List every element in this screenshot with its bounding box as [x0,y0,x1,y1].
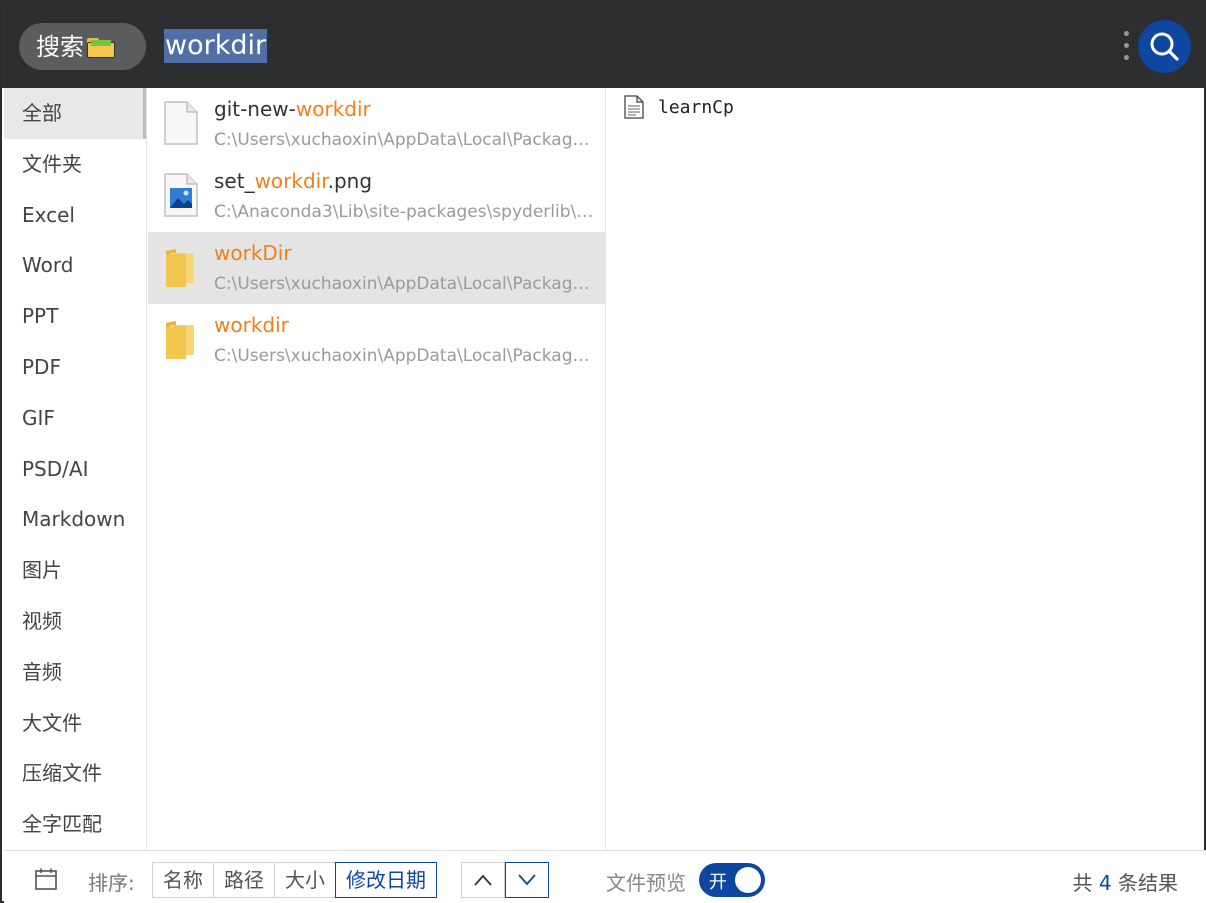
search-header: 搜索 workdir [2,2,1206,88]
file-preview-label: 文件预览 [606,871,686,895]
sidebar-item-folders[interactable]: 文件夹 [4,139,146,190]
result-row[interactable]: set_workdir.png C:\Anaconda3\Lib\site-pa… [148,160,605,232]
sort-options: 名称 路径 大小 修改日期 [152,862,437,898]
footer-bar: 排序: 名称 路径 大小 修改日期 文件预览 开 共 4 条结果 [4,850,1206,903]
result-name: workDir [214,241,292,265]
sort-by-size-button[interactable]: 大小 [275,863,336,897]
result-path: C:\Users\xuchaoxin\AppData\Local\Package… [214,130,594,150]
preview-item[interactable]: learnCp [624,95,734,119]
sidebar-item-video[interactable]: 视频 [4,596,146,647]
sort-by-modified-button[interactable]: 修改日期 [335,862,437,898]
result-count-prefix: 共 [1072,871,1093,895]
sidebar-item-markdown[interactable]: Markdown [4,494,146,545]
magnifier-icon [1150,32,1179,61]
file-preview-toggle[interactable]: 开 [699,863,765,897]
image-file-icon [164,173,198,217]
result-path: C:\Anaconda3\Lib\site-packages\spyderlib… [214,202,594,222]
sort-by-path-button[interactable]: 路径 [214,863,275,897]
sidebar-item-word[interactable]: Word [4,240,146,291]
toggle-knob [735,867,761,893]
sidebar-item-excel[interactable]: Excel [4,190,146,241]
chevron-up-icon [474,874,492,886]
sort-label: 排序: [88,871,135,895]
app-window: 搜索 workdir 全部 文件夹 Excel Word PPT PDF GIF… [0,0,1206,903]
calendar-icon[interactable] [35,868,57,890]
sidebar-item-all[interactable]: 全部 [4,88,146,139]
search-scope-tag[interactable]: 搜索 [19,23,146,70]
result-path: C:\Users\xuchaoxin\AppData\Local\Package… [214,346,594,366]
result-name: set_workdir.png [214,169,373,193]
result-row[interactable]: workDir C:\Users\xuchaoxin\AppData\Local… [148,232,605,304]
result-count-value: 4 [1098,871,1112,895]
sort-direction [461,862,549,898]
sort-ascending-button[interactable] [461,862,505,898]
sort-descending-button[interactable] [505,862,549,898]
search-input[interactable]: workdir [164,29,268,63]
preview-pane: learnCp [607,88,1206,850]
category-sidebar: 全部 文件夹 Excel Word PPT PDF GIF PSD/AI Mar… [4,88,147,850]
result-row[interactable]: git-new-workdir C:\Users\xuchaoxin\AppDa… [148,88,605,160]
folder-icon [166,321,194,359]
vertical-dots-icon[interactable] [1120,29,1132,63]
result-path: C:\Users\xuchaoxin\AppData\Local\Package… [214,274,594,294]
sidebar-item-audio[interactable]: 音频 [4,647,146,698]
sidebar-item-large-files[interactable]: 大文件 [4,698,146,749]
folder-icon [166,249,194,287]
preview-item-name: learnCp [658,96,734,118]
chevron-down-icon [518,874,536,886]
folder-emoji-icon [87,37,115,58]
sort-by-name-button[interactable]: 名称 [153,863,214,897]
result-name: workdir [214,313,289,337]
search-scope-label: 搜索 [36,32,84,61]
blank-file-icon [164,101,198,145]
text-file-icon [624,95,644,119]
sidebar-item-images[interactable]: 图片 [4,545,146,596]
sidebar-item-whole-word-match[interactable]: 全字匹配 [4,799,146,850]
result-count-suffix: 条结果 [1118,871,1178,895]
sidebar-item-ppt[interactable]: PPT [4,291,146,342]
result-row[interactable]: workdir C:\Users\xuchaoxin\AppData\Local… [148,304,605,376]
result-name: git-new-workdir [214,97,371,121]
sidebar-item-gif[interactable]: GIF [4,393,146,444]
sidebar-item-psd-ai[interactable]: PSD/AI [4,444,146,495]
search-button[interactable] [1138,20,1191,73]
toggle-state-label: 开 [709,872,727,893]
result-count: 共 4 条结果 [1073,867,1178,896]
sidebar-item-pdf[interactable]: PDF [4,342,146,393]
results-list: git-new-workdir C:\Users\xuchaoxin\AppDa… [148,88,606,850]
sidebar-item-archives[interactable]: 压缩文件 [4,748,146,799]
